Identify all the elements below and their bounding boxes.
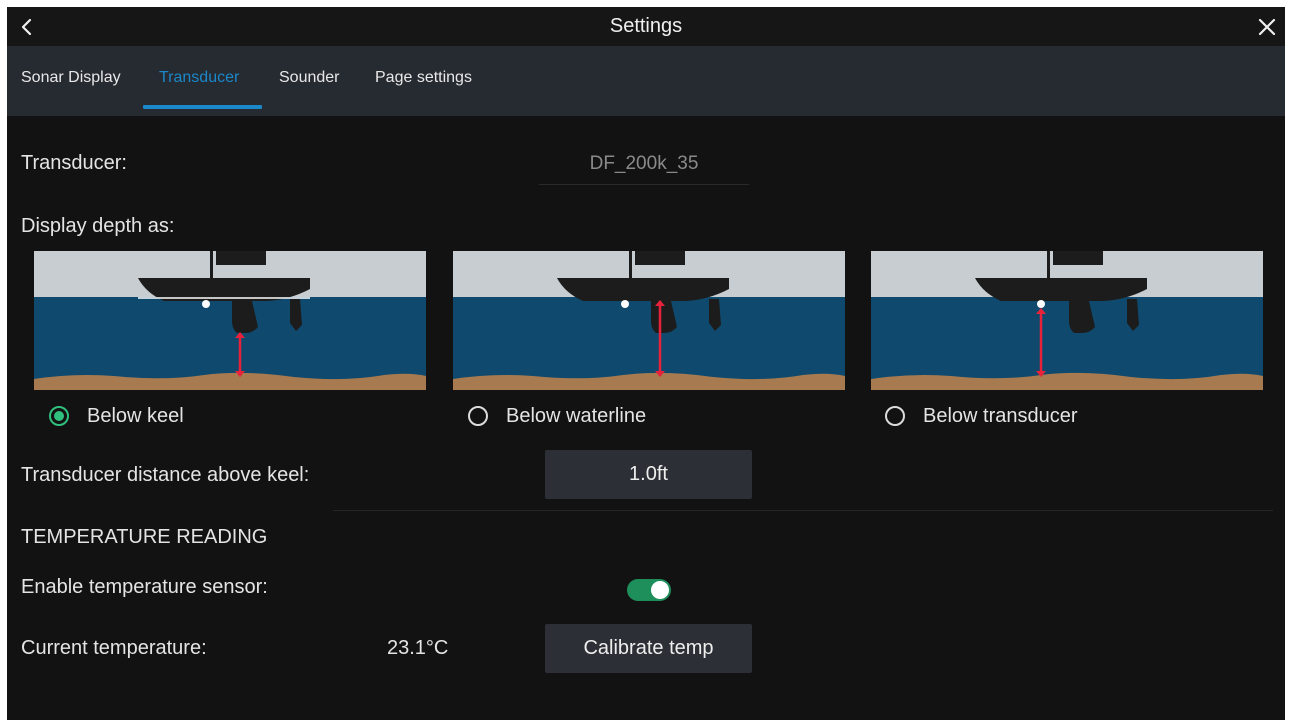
tab-sonar-display[interactable]: Sonar Display — [21, 46, 121, 116]
keel-offset-field[interactable]: 1.0ft — [545, 450, 752, 499]
sail — [216, 251, 266, 265]
settings-window: Settings Sonar Display Transducer Sounde… — [7, 7, 1285, 720]
current-temperature-label: Current temperature: — [21, 637, 207, 659]
radio-button-checked[interactable] — [49, 406, 69, 426]
below-waterline-diagram[interactable] — [453, 251, 845, 390]
tab-page-settings[interactable]: Page settings — [375, 46, 472, 116]
transducer-dot — [202, 300, 210, 308]
below-keel-diagram[interactable] — [34, 251, 426, 390]
radio-button[interactable] — [885, 406, 905, 426]
sail — [1053, 251, 1103, 265]
close-icon[interactable] — [1255, 15, 1279, 39]
radio-label-below-keel: Below keel — [87, 404, 184, 427]
transducer-dot — [621, 300, 629, 308]
enable-temperature-label: Enable temperature sensor: — [21, 576, 268, 598]
transducer-dot — [1037, 300, 1045, 308]
radio-label-below-waterline: Below waterline — [506, 404, 647, 427]
sail — [635, 251, 685, 265]
transducer-value-field[interactable]: DF_200k_35 — [539, 145, 749, 185]
boat-hull — [557, 278, 729, 301]
calibrate-temp-button[interactable]: Calibrate temp — [545, 624, 752, 673]
radio-below-transducer[interactable]: Below transducer — [885, 401, 1078, 431]
mast — [629, 251, 632, 278]
display-depth-label: Display depth as: — [21, 215, 175, 237]
boat-hull — [975, 278, 1147, 301]
mast — [210, 251, 213, 278]
title-bar: Settings — [7, 7, 1285, 46]
page-title: Settings — [609, 15, 683, 37]
transducer-label: Transducer: — [21, 152, 127, 174]
tab-sounder[interactable]: Sounder — [279, 46, 340, 116]
keel-offset-label: Transducer distance above keel: — [21, 464, 310, 486]
below-transducer-diagram[interactable] — [871, 251, 1263, 390]
temperature-sensor-toggle[interactable] — [627, 579, 671, 601]
current-temperature-value: 23.1°C — [387, 637, 449, 659]
active-tab-indicator — [143, 105, 262, 109]
section-divider — [333, 510, 1273, 511]
radio-label-below-transducer: Below transducer — [923, 404, 1078, 427]
radio-below-keel[interactable]: Below keel — [49, 401, 184, 431]
toggle-knob — [651, 581, 669, 599]
radio-button[interactable] — [468, 406, 488, 426]
temperature-section-title: TEMPERATURE READING — [21, 526, 268, 548]
mast — [1047, 251, 1050, 278]
radio-below-waterline[interactable]: Below waterline — [468, 401, 646, 431]
